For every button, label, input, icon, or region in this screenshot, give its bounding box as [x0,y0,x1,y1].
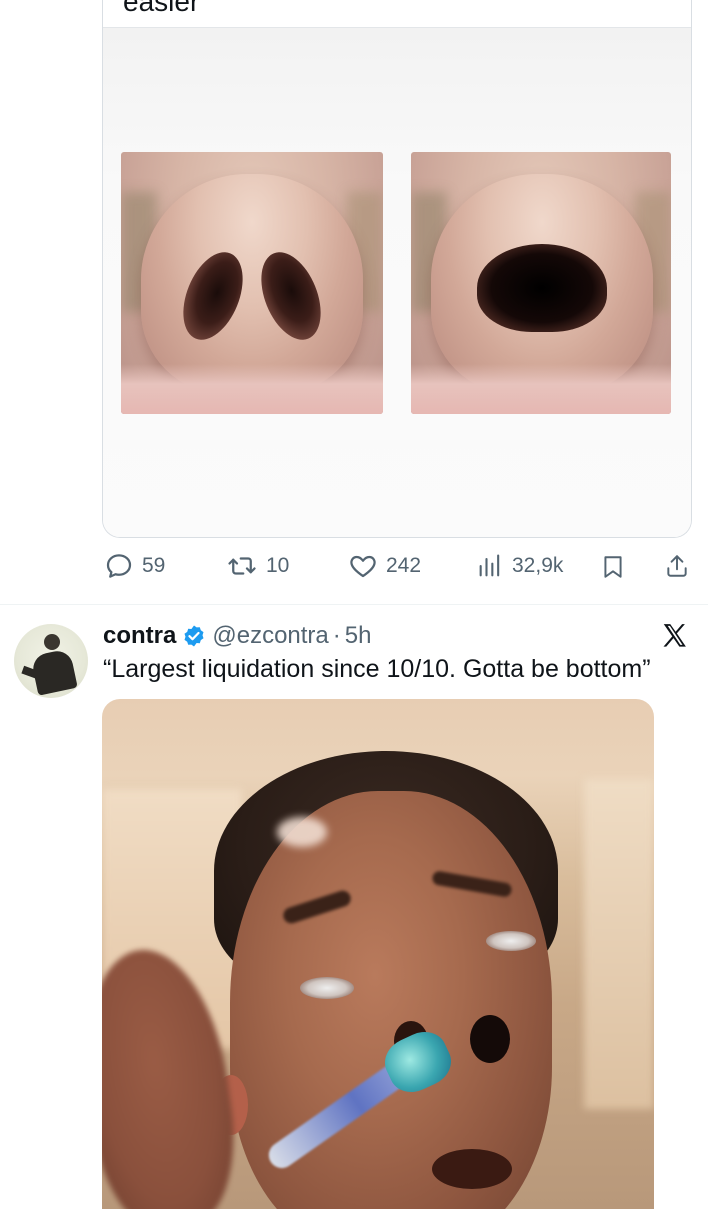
tweet-video-thumbnail[interactable] [102,699,654,1209]
quoted-tweet-text: easier [123,0,200,17]
avatar[interactable] [14,624,88,698]
video-eye-right [486,931,536,951]
nose-lip [121,364,383,414]
bookmark-button[interactable] [600,552,626,582]
nose-lip [411,364,671,414]
reply-count: 59 [142,554,166,577]
x-logo-icon [663,624,686,647]
tweet-divider [0,604,708,605]
reply-button[interactable]: 59 [104,551,165,581]
like-button[interactable]: 242 [348,551,421,581]
nose-dome [141,174,363,394]
retweet-count: 10 [266,554,290,577]
nostril-merged [477,244,607,332]
user-handle[interactable]: @ezcontra [212,622,328,650]
analytics-icon [479,554,500,577]
share-icon [667,555,687,577]
like-count: 242 [386,554,422,577]
quoted-tweet-card[interactable]: easier [102,0,692,538]
bookmark-icon [604,556,622,578]
avatar-figure-head [44,634,60,650]
tweet-action-bar: 59 10 242 32,9k [0,551,708,585]
video-nostril-left [470,1015,510,1063]
display-name[interactable]: contra [103,622,176,650]
tweet-timestamp[interactable]: 5h [345,622,372,650]
views-button[interactable]: 32,9k [476,551,563,581]
video-forehead-shine [277,817,327,847]
retweet-button[interactable]: 10 [226,551,289,581]
tweet-text: “Largest liquidation since 10/10. Gotta … [103,655,651,683]
nose-image-before[interactable] [121,152,383,414]
quoted-tweet-media[interactable] [103,28,691,537]
share-button[interactable] [664,551,690,581]
separator-dot: · [332,622,341,649]
view-count: 32,9k [512,554,564,577]
video-wall-right [584,779,654,1109]
heart-icon [350,555,376,578]
video-mouth [432,1149,512,1189]
video-eye-left [300,977,354,999]
tweet-header: contra @ezcontra · 5h [103,622,371,650]
retweet-icon [228,557,256,575]
reply-icon [106,554,132,578]
verified-badge-icon [184,625,204,647]
nose-image-after[interactable] [411,152,671,414]
